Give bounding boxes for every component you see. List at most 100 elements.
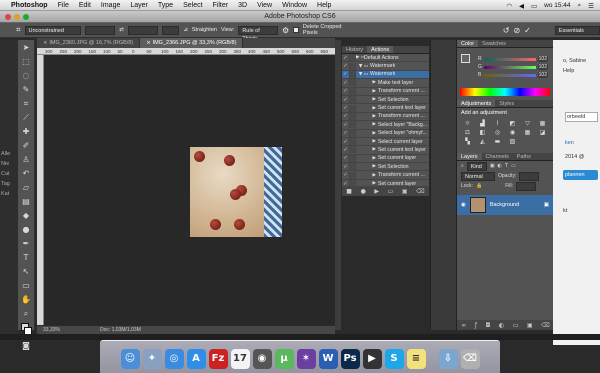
zoom-button[interactable]: [23, 14, 29, 20]
threshold-icon[interactable]: ◭: [476, 138, 489, 145]
dock-app-skype-icon[interactable]: S: [384, 349, 404, 369]
bg-plan-button[interactable]: plannen: [563, 170, 598, 180]
action-check-icon[interactable]: ✓: [342, 88, 349, 94]
red-slider[interactable]: R 102: [478, 56, 548, 62]
expand-arrow-icon[interactable]: ▶: [356, 173, 378, 178]
bg-link[interactable]: ken: [565, 140, 600, 146]
shape-tool-icon[interactable]: ▭: [20, 280, 32, 292]
vibrance-icon[interactable]: ▽: [521, 120, 534, 127]
marquee-tool-icon[interactable]: ⬚: [20, 56, 32, 68]
dock-app-utorrent-icon[interactable]: µ: [274, 349, 294, 369]
blur-tool-icon[interactable]: ◆: [20, 210, 32, 222]
expand-folder-icon[interactable]: ▼ ▭: [356, 64, 370, 69]
action-row[interactable]: ✓ ▶ ▭ Default Actions: [342, 54, 429, 63]
action-row[interactable]: ✓ ▶ Set current text layer: [342, 146, 429, 155]
brightness-icon[interactable]: ☼: [461, 120, 474, 127]
lookup-icon[interactable]: ▦: [521, 129, 534, 136]
new-action-icon[interactable]: ▣: [402, 188, 408, 195]
expand-arrow-icon[interactable]: ▶: [356, 164, 378, 169]
shape-filter-icon[interactable]: ▭: [511, 163, 516, 169]
dialog-toggle[interactable]: [349, 129, 356, 137]
action-row[interactable]: ✓ ▶ Select layer "Backg...: [342, 121, 429, 130]
stop-icon[interactable]: ■: [346, 188, 352, 195]
new-set-icon[interactable]: ▭: [388, 188, 394, 195]
dialog-toggle[interactable]: [349, 146, 356, 154]
clear-button[interactable]: [161, 25, 180, 35]
action-check-icon[interactable]: ✓: [342, 63, 349, 69]
tab-channels[interactable]: Channels: [482, 153, 513, 160]
action-row[interactable]: ✓ ▼ ▭ Watermark: [342, 70, 429, 80]
battery-icon[interactable]: ▭: [531, 2, 537, 10]
expand-arrow-icon[interactable]: ▶: [356, 131, 378, 136]
menu-help[interactable]: Help: [317, 2, 331, 9]
dock-app-calendar-icon[interactable]: 17: [230, 349, 250, 369]
levels-icon[interactable]: ▟: [476, 120, 489, 127]
menu-filter[interactable]: Filter: [213, 2, 229, 9]
menu-layer[interactable]: Layer: [130, 2, 148, 9]
action-check-icon[interactable]: ✓: [342, 97, 349, 103]
stamp-tool-icon[interactable]: ♙: [20, 154, 32, 166]
dialog-toggle[interactable]: [349, 171, 356, 179]
eyedropper-icon[interactable]: ⟋: [20, 112, 32, 124]
lasso-tool-icon[interactable]: ◌: [20, 70, 32, 82]
pixel-filter-icon[interactable]: ▣: [490, 163, 495, 169]
action-row[interactable]: ✓ ▶ Transform current ...: [342, 87, 429, 96]
action-row[interactable]: ✓ ▶ Set Selection: [342, 96, 429, 105]
tab-paths[interactable]: Paths: [513, 153, 535, 160]
height-field[interactable]: [127, 25, 158, 35]
expand-arrow-icon[interactable]: ▶: [356, 114, 378, 119]
lock-icon[interactable]: 🔒: [476, 183, 482, 189]
menu-view[interactable]: View: [257, 2, 272, 9]
dock-app-launchpad-icon[interactable]: ✦: [142, 349, 162, 369]
action-row[interactable]: ✓ ▶ Make text layer: [342, 79, 429, 88]
expand-arrow-icon[interactable]: ▶: [356, 156, 378, 161]
action-check-icon[interactable]: ✓: [342, 80, 349, 86]
action-row[interactable]: ✓ ▶ Transform current ...: [342, 112, 429, 122]
tab-layers[interactable]: Layers: [457, 153, 482, 160]
tab-img-2360[interactable]: × IMG_2360.JPG @ 16,7% (RGB/8): [37, 38, 141, 48]
tab-adjustments[interactable]: Adjustments: [457, 100, 496, 107]
tab-styles[interactable]: Styles: [495, 100, 518, 107]
green-slider[interactable]: G 102: [478, 64, 548, 70]
action-row[interactable]: ✓ ▶ Set Selection: [342, 163, 429, 172]
eraser-tool-icon[interactable]: ▱: [20, 182, 32, 194]
selective-color-icon[interactable]: ▨: [506, 138, 519, 145]
hand-tool-icon[interactable]: ✋: [20, 294, 32, 306]
view-select[interactable]: Rule of Thirds: [238, 25, 279, 42]
action-row[interactable]: ✓ ▶ Select layer "ohmyf...: [342, 129, 429, 138]
expand-arrow-icon[interactable]: ▶: [356, 106, 378, 111]
exposure-icon[interactable]: ◩: [506, 120, 519, 127]
crop-tool-icon[interactable]: ⌗: [16, 25, 21, 35]
menu-app-name[interactable]: Photoshop: [11, 2, 48, 9]
pen-tool-icon[interactable]: ✒: [20, 238, 32, 250]
action-check-icon[interactable]: ✓: [342, 155, 349, 161]
mask-icon[interactable]: ◘: [486, 322, 491, 329]
expand-arrow-icon[interactable]: ▶: [356, 97, 378, 102]
action-check-icon[interactable]: ✓: [342, 105, 349, 111]
dock-app-photoshop-icon[interactable]: Ps: [340, 349, 360, 369]
fx-icon[interactable]: ƒ: [475, 322, 477, 329]
action-check-icon[interactable]: ✓: [342, 130, 349, 136]
expand-arrow-icon[interactable]: ▶: [356, 139, 378, 144]
ratio-select[interactable]: Unconstrained: [24, 25, 81, 35]
dock-app-filezilla-icon[interactable]: Fz: [208, 349, 228, 369]
invert-icon[interactable]: ◪: [536, 129, 549, 136]
brush-tool-icon[interactable]: ✐: [20, 140, 32, 152]
dialog-toggle[interactable]: [349, 54, 356, 62]
dock-app-imovie-icon[interactable]: ✶: [296, 349, 316, 369]
adjust-filter-icon[interactable]: ◐: [498, 163, 502, 169]
opacity-field[interactable]: [519, 171, 540, 181]
action-row[interactable]: ✓ ▶ Select current layer: [342, 138, 429, 147]
cancel-icon[interactable]: ⊘: [513, 26, 520, 35]
kind-select[interactable]: Kind: [466, 161, 487, 171]
expand-arrow-icon[interactable]: ▶: [356, 89, 378, 94]
dialog-toggle[interactable]: [349, 79, 356, 87]
volume-icon[interactable]: ◀: [519, 2, 524, 10]
color-spectrum[interactable]: [460, 88, 550, 96]
dialog-toggle[interactable]: [349, 70, 356, 78]
dock-app-safari-icon[interactable]: ◎: [164, 349, 184, 369]
blue-slider[interactable]: B 102: [478, 72, 548, 78]
bg-help-menu[interactable]: Help: [553, 64, 600, 74]
action-check-icon[interactable]: ✓: [342, 71, 349, 77]
curves-icon[interactable]: ⌇: [491, 120, 504, 127]
